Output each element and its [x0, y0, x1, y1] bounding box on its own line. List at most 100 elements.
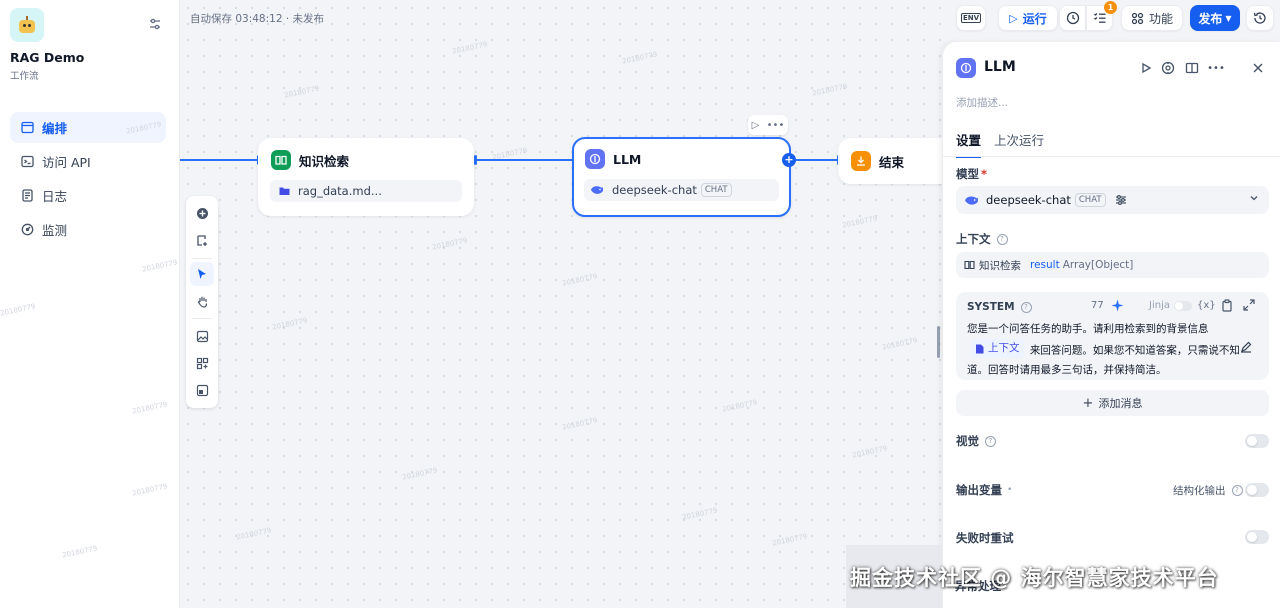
flag-end-icon [851, 151, 871, 171]
add-message-label: 添加消息 [1098, 397, 1143, 410]
edge-in[interactable] [180, 159, 258, 161]
jinja-toggle[interactable]: Jinja [1149, 300, 1192, 311]
context-variable-selector[interactable]: 知识检索 result Array[Object] [956, 252, 1269, 278]
edge-llm-end[interactable] [796, 159, 838, 161]
book-open-icon[interactable] [1184, 60, 1200, 76]
organize-blocks-icon[interactable] [190, 351, 214, 375]
minimap-icon[interactable] [190, 378, 214, 402]
prompt-line-text: 来回答问题。如果您不知道答案，只需说不知 [1029, 344, 1240, 357]
sidebar-item-label: 编排 [42, 121, 68, 136]
context-var-type: Array[Object] [1062, 259, 1134, 271]
deepseek-whale-icon [964, 195, 979, 206]
model-name: deepseek-chat [986, 193, 1071, 207]
prompt-token-count: 77 [1091, 300, 1104, 311]
app-robot-icon[interactable] [10, 8, 44, 42]
help-circle-icon[interactable] [1160, 60, 1176, 76]
collapse-dot-icon[interactable]: • [1007, 485, 1012, 495]
publish-button[interactable]: 发布 ▼ [1190, 5, 1240, 31]
node-settings-panel: LLM ••• 添加描述... 设置 上次运行 模型 * deepseek-cha… [942, 42, 1280, 608]
context-source-node: 知识检索 [979, 259, 1021, 272]
help-icon[interactable]: ? [1020, 301, 1032, 313]
model-name: deepseek-chat [612, 183, 697, 197]
hand-icon[interactable] [190, 289, 214, 313]
close-icon[interactable] [1250, 60, 1266, 76]
panel-resize-handle[interactable] [937, 326, 940, 358]
model-field-label: 模型 * [956, 166, 987, 182]
node-knowledge-retrieval[interactable]: 知识检索 rag_data.md... [258, 138, 474, 216]
publish-label: 发布 [1198, 11, 1223, 26]
log-icon [20, 189, 34, 203]
app-type: 工作流 [10, 71, 39, 82]
site-watermark-brand: 掘金技术社区 @ 海尔智慧家技术平台 [850, 566, 1219, 590]
run-button[interactable]: ▷ 运行 [998, 5, 1058, 31]
add-node-icon[interactable] [190, 201, 214, 225]
node-header: 知识检索 [260, 140, 472, 180]
node-end[interactable]: 结束 [838, 138, 948, 184]
tabs-divider [943, 156, 1280, 157]
jinja-switch[interactable] [1173, 300, 1192, 311]
ai-generate-icon[interactable] [1111, 299, 1124, 312]
export-image-icon[interactable] [190, 324, 214, 348]
prompt-role-label: SYSTEM ? [967, 301, 1032, 313]
node-action-bar: ▷ ••• [748, 115, 788, 135]
node-llm[interactable]: LLM deepseek-chat CHAT [572, 137, 791, 217]
model-selector[interactable]: deepseek-chat CHAT [956, 186, 1269, 214]
edit-pen-icon[interactable] [1240, 341, 1252, 356]
checklist-count-badge: 1 [1104, 1, 1117, 14]
version-history-button[interactable] [1246, 5, 1274, 31]
output-port[interactable] [474, 155, 477, 165]
play-icon[interactable]: ▷ [752, 120, 760, 131]
play-icon[interactable] [1138, 60, 1154, 76]
deepseek-whale-icon [590, 185, 604, 195]
structured-output-switch[interactable] [1245, 483, 1269, 497]
help-icon[interactable]: ? [996, 233, 1008, 245]
toolbar-divider [192, 318, 212, 319]
add-next-node-button[interactable]: + [782, 153, 796, 167]
sidebar-item-api[interactable]: 访问 API [10, 146, 166, 177]
more-icon[interactable]: ••• [767, 120, 785, 131]
llm-brain-icon [585, 149, 605, 169]
system-prompt-editor[interactable]: SYSTEM ? 77 Jinja {x} 您是一个问答任务的助手。请利用检索到… [956, 292, 1269, 380]
prompt-line: 您是一个问答任务的助手。请利用检索到的背景信息 [967, 323, 1209, 335]
model-params-icon[interactable] [1115, 194, 1127, 206]
pointer-icon[interactable] [190, 262, 214, 286]
features-button[interactable]: 功能 [1121, 5, 1183, 31]
llm-brain-icon [956, 58, 976, 78]
checklist-button[interactable]: 1 [1086, 1, 1117, 31]
run-history-button[interactable] [1059, 5, 1086, 31]
sidebar-item-label: 访问 API [42, 155, 91, 170]
sliders-icon[interactable] [148, 17, 162, 31]
context-label-text: 上下文 [956, 232, 991, 246]
sidebar-item-logs[interactable]: 日志 [10, 180, 166, 211]
prompt-line: 道。回答时请用最多三句话，并保持简洁。 [967, 363, 1167, 376]
panel-tabs: 设置 上次运行 [956, 130, 1057, 158]
more-icon[interactable]: ••• [1207, 60, 1225, 76]
dataset-item: rag_data.md... [270, 180, 462, 202]
add-message-button[interactable]: + 添加消息 [956, 390, 1269, 416]
file-icon [976, 344, 984, 353]
tab-last-run[interactable]: 上次运行 [994, 130, 1044, 158]
copy-icon[interactable] [1221, 299, 1233, 312]
chevron-down-icon [1249, 193, 1259, 203]
expand-icon[interactable] [1243, 299, 1255, 311]
edge-knowledge-llm[interactable] [476, 159, 572, 161]
prompt-line: 上下文 来回答问题。如果您不知道答案，只需说不知 [967, 339, 1257, 361]
add-note-icon[interactable] [190, 228, 214, 252]
tab-settings[interactable]: 设置 [956, 130, 982, 158]
book-icon [964, 260, 975, 270]
book-icon [271, 150, 291, 170]
monitor-icon [20, 223, 34, 237]
description-input[interactable]: 添加描述... [956, 95, 1008, 110]
model-item: deepseek-chat CHAT [584, 179, 779, 201]
help-icon[interactable]: ? [985, 435, 996, 447]
autosave-status: 自动保存 03:48:12 · 未发布 [190, 13, 325, 25]
env-button[interactable]: ENV [956, 5, 986, 31]
sidebar-item-monitor[interactable]: 监测 [10, 214, 166, 245]
help-icon[interactable]: ? [1231, 485, 1243, 496]
chevron-down-icon: ▼ [1225, 13, 1232, 23]
insert-variable-button[interactable]: {x} [1197, 300, 1216, 311]
vision-switch[interactable] [1245, 434, 1269, 448]
retry-switch[interactable] [1245, 530, 1269, 544]
sidebar-item-label: 监测 [42, 223, 68, 238]
panel-title[interactable]: LLM [984, 59, 1016, 75]
